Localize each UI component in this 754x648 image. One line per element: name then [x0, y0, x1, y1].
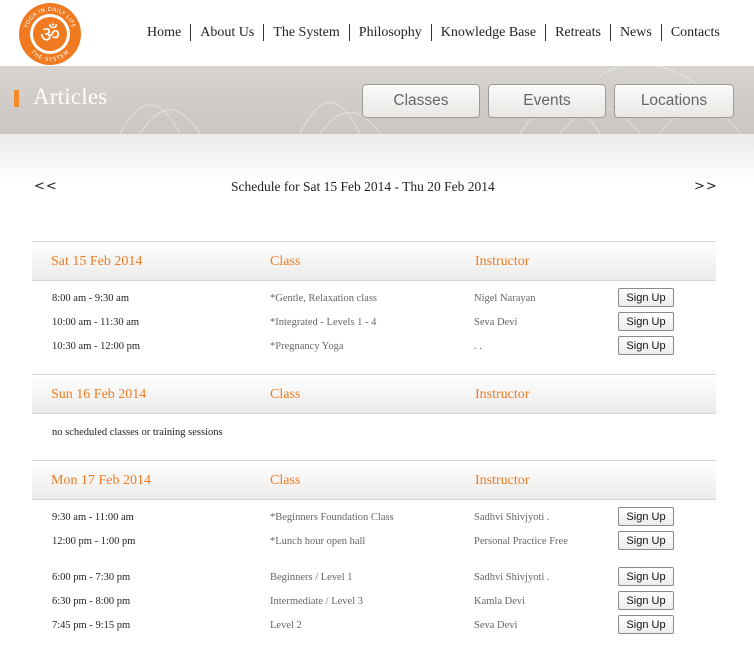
nav-contacts[interactable]: Contacts — [662, 25, 729, 41]
class-time: 6:00 pm - 7:30 pm — [52, 572, 131, 583]
day-date: Sat 15 Feb 2014 — [51, 254, 143, 269]
schedule-title: Schedule for Sat 15 Feb 2014 - Thu 20 Fe… — [231, 179, 495, 194]
instructor-column-header: Instructor — [475, 473, 530, 488]
nav-knowledge-base[interactable]: Knowledge Base — [432, 25, 545, 41]
class-time: 10:00 am - 11:30 am — [52, 317, 140, 328]
day-date: Sun 16 Feb 2014 — [51, 387, 147, 402]
instructor-column-header: Instructor — [475, 387, 530, 402]
yoga-logo[interactable]: ॐ YOGA IN DAILY LIFE THE SYSTEM — [18, 2, 82, 66]
next-week-link[interactable]: >> — [694, 179, 718, 194]
no-classes-message: no scheduled classes or training session… — [52, 427, 223, 438]
class-column-header: Class — [270, 473, 301, 488]
sign-up-button[interactable]: Sign Up — [618, 591, 674, 610]
class-column-header: Class — [270, 387, 301, 402]
banner-fade — [0, 134, 754, 184]
events-button[interactable]: Events — [488, 84, 606, 118]
nav-retreats[interactable]: Retreats — [546, 25, 610, 41]
class-time: 9:30 am - 11:00 am — [52, 512, 134, 523]
class-time: 12:00 pm - 1:00 pm — [52, 536, 136, 547]
class-column-header: Class — [270, 254, 301, 269]
class-name: *Beginners Foundation Class — [270, 512, 394, 523]
svg-text:ॐ: ॐ — [40, 23, 60, 48]
class-name: *Pregnancy Yoga — [270, 341, 344, 352]
instructor-name: . . — [474, 341, 482, 352]
sign-up-button[interactable]: Sign Up — [618, 507, 674, 526]
class-time: 7:45 pm - 9:15 pm — [52, 620, 131, 631]
classes-button[interactable]: Classes — [362, 84, 480, 118]
nav-news[interactable]: News — [611, 25, 661, 41]
day-header: Mon 17 Feb 2014 Class Instructor — [32, 460, 716, 500]
instructor-name: Seva Devi — [474, 620, 518, 631]
class-time: 6:30 pm - 8:00 pm — [52, 596, 131, 607]
sign-up-button[interactable]: Sign Up — [618, 288, 674, 307]
sign-up-button[interactable]: Sign Up — [618, 567, 674, 586]
instructor-name: Personal Practice Free — [474, 536, 568, 547]
class-name: *Integrated - Levels 1 - 4 — [270, 317, 377, 328]
instructor-name: Sadhvi Shivjyoti . — [474, 512, 550, 523]
day-date: Mon 17 Feb 2014 — [51, 473, 151, 488]
instructor-column-header: Instructor — [475, 254, 530, 269]
main-nav: Home About Us The System Philosophy Know… — [146, 24, 729, 41]
sign-up-button[interactable]: Sign Up — [618, 615, 674, 634]
sign-up-button[interactable]: Sign Up — [618, 312, 674, 331]
nav-home[interactable]: Home — [146, 25, 190, 41]
previous-week-link[interactable]: << — [34, 179, 58, 194]
page-title: Articles — [33, 84, 108, 109]
instructor-name: Seva Devi — [474, 317, 518, 328]
nav-about-us[interactable]: About Us — [191, 25, 263, 41]
nav-philosophy[interactable]: Philosophy — [350, 25, 431, 41]
day-header: Sat 15 Feb 2014 Class Instructor — [32, 241, 716, 281]
class-time: 8:00 am - 9:30 am — [52, 293, 129, 304]
sign-up-button[interactable]: Sign Up — [618, 336, 674, 355]
class-time: 10:30 am - 12:00 pm — [52, 341, 141, 352]
instructor-name: Kamla Devi — [474, 596, 526, 607]
instructor-name: Sadhvi Shivjyoti . — [474, 572, 550, 583]
class-name: Level 2 — [270, 620, 302, 631]
class-name: Beginners / Level 1 — [270, 572, 353, 583]
instructor-name: Nigel Narayan — [474, 293, 536, 304]
locations-button[interactable]: Locations — [614, 84, 734, 118]
nav-the-system[interactable]: The System — [264, 25, 349, 41]
class-name: Intermediate / Level 3 — [270, 596, 363, 607]
title-accent-bar — [14, 90, 19, 107]
class-name: *Lunch hour open hall — [270, 536, 366, 547]
sign-up-button[interactable]: Sign Up — [618, 531, 674, 550]
class-name: *Gentle, Relaxation class — [270, 293, 378, 304]
day-header: Sun 16 Feb 2014 Class Instructor — [32, 374, 716, 414]
site-header: ॐ YOGA IN DAILY LIFE THE SYSTEM Home Abo… — [0, 0, 754, 66]
